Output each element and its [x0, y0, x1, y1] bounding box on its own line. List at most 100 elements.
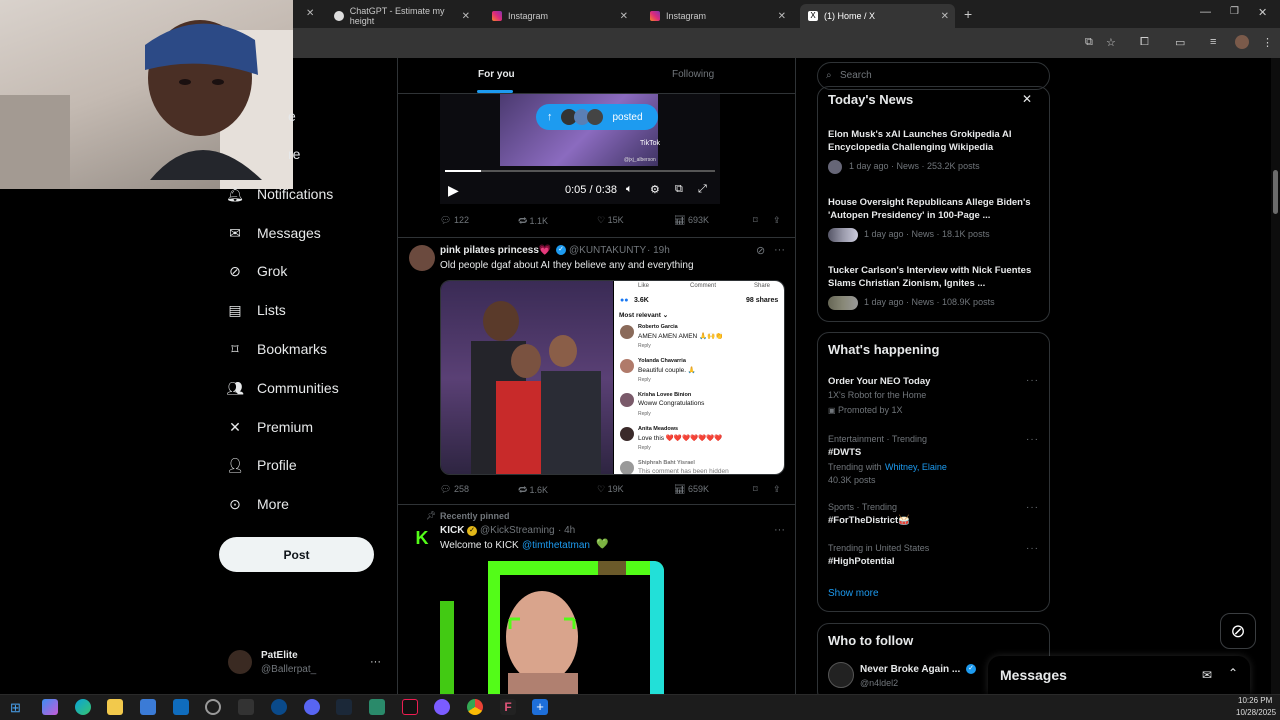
- news-headline[interactable]: Tucker Carlson's Interview with Nick Fue…: [828, 264, 1040, 290]
- more-icon[interactable]: ···: [1026, 543, 1039, 554]
- browser-menu-icon[interactable]: ⋮: [1262, 36, 1273, 49]
- views-button[interactable]: 📊︎ 693K: [674, 215, 709, 226]
- volume-icon[interactable]: 🔈︎: [626, 183, 633, 196]
- grok-floating-button[interactable]: ⊘: [1220, 613, 1256, 649]
- trend-title[interactable]: #ForTheDistrict🥁: [828, 514, 1040, 527]
- scrollbar-thumb[interactable]: [1273, 170, 1278, 214]
- profile-avatar[interactable]: [1235, 35, 1249, 49]
- fullscreen-icon[interactable]: ⤢: [698, 183, 707, 196]
- tweet-author-handle[interactable]: @KickStreaming: [480, 525, 555, 536]
- picture-in-picture-icon[interactable]: ⧉: [675, 183, 683, 196]
- trend-title[interactable]: Order Your NEO Today: [828, 375, 1040, 388]
- like-button[interactable]: ♡ 15K: [597, 215, 624, 226]
- maximize-icon[interactable]: ❐: [1230, 6, 1239, 17]
- tab-chatgpt[interactable]: ChatGPT - Estimate my height ✕: [326, 4, 476, 28]
- repost-button[interactable]: 🔁︎ 1.6K: [518, 484, 548, 497]
- expand-chevron-icon[interactable]: ⌃: [1228, 666, 1238, 680]
- share-icon[interactable]: ⇪: [773, 484, 781, 495]
- account-name[interactable]: PatElite: [261, 650, 298, 661]
- tweet-author-name[interactable]: pink pilates princess💗: [440, 245, 551, 256]
- trend-links[interactable]: Whitney, Elaine: [885, 462, 947, 472]
- outlook-icon[interactable]: [173, 699, 189, 715]
- settings-gear-icon[interactable]: ⚙: [650, 183, 660, 196]
- bookmark-icon[interactable]: ⌑: [753, 484, 758, 495]
- close-tab-icon[interactable]: ✕: [306, 8, 314, 19]
- nav-grok[interactable]: ⊘ Grok: [226, 258, 287, 284]
- share-icon[interactable]: ⇪: [773, 215, 781, 226]
- kick-logo-avatar[interactable]: K: [409, 525, 435, 551]
- follow-suggestion-name[interactable]: Never Broke Again ...: [860, 664, 960, 675]
- nav-premium[interactable]: ✕ Premium: [226, 414, 313, 440]
- close-window-icon[interactable]: ✕: [1258, 6, 1267, 19]
- more-icon[interactable]: ···: [774, 524, 785, 536]
- tweet-time[interactable]: · 19h: [647, 245, 670, 256]
- new-tab-button[interactable]: +: [964, 6, 972, 22]
- account-menu-icon[interactable]: ···: [370, 656, 381, 668]
- news-headline[interactable]: House Oversight Republicans Allege Biden…: [828, 196, 1040, 222]
- close-tab-icon[interactable]: ✕: [620, 11, 628, 22]
- post-button[interactable]: Post: [219, 537, 374, 572]
- tab-x-home[interactable]: X (1) Home / X ✕: [800, 4, 955, 28]
- store-icon[interactable]: [140, 699, 156, 715]
- tweet-author-handle[interactable]: @KUNTAKUNTY: [569, 245, 646, 256]
- tab-for-you[interactable]: For you: [478, 69, 515, 80]
- nav-more[interactable]: ⊙ More: [226, 491, 289, 517]
- reply-button[interactable]: 💬︎ 258: [440, 484, 469, 495]
- trend-title[interactable]: #HighPotential: [828, 555, 1040, 568]
- nav-item-partial-label[interactable]: re: [288, 146, 300, 162]
- avatar[interactable]: [409, 245, 435, 271]
- trend-title[interactable]: #DWTS: [828, 446, 1040, 459]
- settings-icon[interactable]: [205, 699, 221, 715]
- tweet-author-name[interactable]: KICK: [440, 525, 464, 536]
- file-explorer-icon[interactable]: [107, 699, 123, 715]
- follow-suggestion-avatar[interactable]: [828, 662, 854, 688]
- grok-icon[interactable]: ⊘: [756, 244, 765, 257]
- extensions-icon[interactable]: ⧠: [1140, 36, 1149, 49]
- more-icon[interactable]: ···: [1026, 375, 1039, 386]
- show-more-link[interactable]: Show more: [828, 588, 879, 599]
- steam-icon[interactable]: [336, 699, 352, 715]
- reply-button[interactable]: 💬︎ 122: [440, 215, 469, 226]
- tweet-media[interactable]: [440, 561, 664, 694]
- edge-icon[interactable]: [75, 699, 91, 715]
- nav-communities[interactable]: 👥︎ Communities: [226, 375, 339, 401]
- bookmark-star-icon[interactable]: ☆: [1106, 36, 1116, 49]
- nav-messages[interactable]: ✉ Messages: [226, 220, 321, 246]
- like-button[interactable]: ♡ 19K: [597, 484, 624, 495]
- nav-item-partial-label[interactable]: e: [288, 108, 296, 124]
- close-tab-icon[interactable]: ✕: [941, 11, 949, 22]
- bookmark-icon[interactable]: ⌑: [753, 215, 758, 226]
- tiktok-icon[interactable]: [402, 699, 418, 715]
- windows-start-icon[interactable]: ⊞: [10, 700, 21, 716]
- more-icon[interactable]: ···: [774, 244, 785, 256]
- mention-link[interactable]: @timthetatman: [522, 540, 590, 551]
- clock-time[interactable]: 10:26 PM: [1238, 696, 1272, 705]
- nav-lists[interactable]: ▤ Lists: [226, 297, 285, 323]
- video-progress-track[interactable]: [445, 170, 715, 172]
- app-icon[interactable]: F: [500, 699, 516, 715]
- tweet-time[interactable]: · 4h: [558, 525, 575, 536]
- more-icon[interactable]: ···: [1026, 434, 1039, 445]
- chrome-icon[interactable]: [467, 699, 483, 715]
- close-tab-icon[interactable]: ✕: [462, 11, 470, 22]
- tweet-media[interactable]: Like Comment Share ●● 3.6K 98 shares Mos…: [440, 280, 785, 475]
- nav-bookmarks[interactable]: ⌑ Bookmarks: [226, 336, 327, 362]
- repost-button[interactable]: 🔁︎ 1.1K: [518, 215, 548, 228]
- tab-following[interactable]: Following: [672, 69, 714, 80]
- app-icon[interactable]: [369, 699, 385, 715]
- nav-profile[interactable]: 👤︎ Profile: [226, 452, 297, 478]
- tab-instagram-1[interactable]: Instagram ✕: [484, 4, 634, 28]
- copilot-icon[interactable]: [42, 699, 58, 715]
- sidebar-icon[interactable]: ▭: [1175, 36, 1185, 49]
- new-posts-pill[interactable]: ↑ posted: [536, 104, 658, 130]
- account-avatar[interactable]: [228, 650, 252, 674]
- app-icon[interactable]: [271, 699, 287, 715]
- views-button[interactable]: 📊︎ 659K: [674, 484, 709, 495]
- page-scrollbar[interactable]: [1271, 58, 1280, 694]
- media-icon[interactable]: ≡: [1210, 36, 1216, 48]
- play-icon[interactable]: ▶: [448, 182, 459, 199]
- close-tab-icon[interactable]: ✕: [778, 11, 786, 22]
- discord-icon[interactable]: [304, 699, 320, 715]
- compose-message-icon[interactable]: ✉: [1202, 668, 1212, 682]
- tab-instagram-2[interactable]: Instagram ✕: [642, 4, 792, 28]
